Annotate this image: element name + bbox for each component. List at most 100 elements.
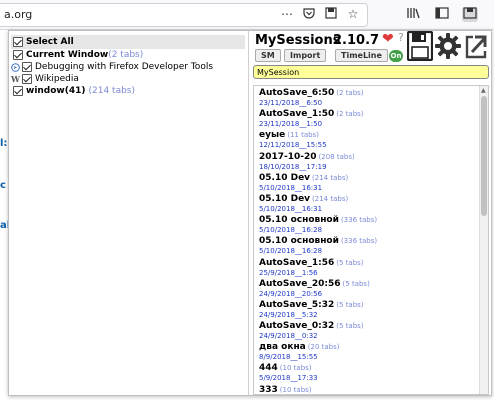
session-tab-count: (214 tabs) (312, 194, 349, 203)
scroll-thumb[interactable] (481, 96, 487, 216)
select-all-label: Select All (26, 37, 74, 47)
session-item[interactable]: 444 (10 tabs) 5/9/2018__17:33 (254, 361, 480, 382)
session-item[interactable]: AutoSave_0:32 (5 tabs) 24/9/2018__0:32 (254, 319, 480, 340)
session-name[interactable]: два окна (259, 342, 306, 352)
tab-checkbox[interactable] (22, 74, 32, 84)
session-date: 8/9/2018__15:55 (259, 353, 318, 362)
tree-row-label: Current Window (26, 50, 109, 60)
session-item[interactable]: AutoSave_20:56 (5 tabs) 24/9/2018__20:56 (254, 277, 480, 298)
session-name[interactable]: AutoSave_1:56 (259, 258, 334, 268)
session-name-row: два окна (20 tabs) (259, 342, 480, 352)
session-tab-count: (10 tabs) (279, 364, 312, 373)
url-text[interactable]: a.org (4, 8, 32, 21)
import-button[interactable]: Import (284, 49, 327, 62)
url-actions: ⋯ ☆ (279, 7, 361, 22)
session-tab-count: (5 tabs) (336, 258, 364, 267)
session-name-row: 444 (10 tabs) (259, 363, 480, 373)
more-icon[interactable]: ⋯ (279, 7, 295, 22)
session-item[interactable]: 2017-10-20 (208 tabs) 18/10/2018__17:19 (254, 150, 480, 171)
session-date: 5/10/2018__16:31 (259, 204, 323, 213)
mysessions-popup: Select All Current Window (2 tabs) Debug… (8, 30, 492, 396)
heart-icon[interactable]: ❤ (382, 31, 394, 47)
save-icon[interactable] (323, 7, 339, 22)
save-session-icon[interactable] (406, 30, 434, 65)
session-tab-count: (208 tabs) (318, 152, 355, 161)
session-item[interactable]: 05.10 Dev (214 tabs) 5/10/2018__16:31 (254, 171, 480, 192)
session-name[interactable]: 05.10 Dev (259, 194, 310, 204)
sessions-scrollbar[interactable]: ▲ (479, 86, 488, 394)
pocket-icon[interactable] (301, 7, 317, 22)
timeline-button[interactable]: TimeLine (335, 49, 388, 62)
session-tab-count: (2 tabs) (336, 110, 364, 119)
window-checkbox[interactable] (13, 86, 23, 96)
session-name[interactable]: 444 (259, 363, 278, 373)
sessions-list-items: AutoSave_6:50 (2 tabs) 23/11/2018__6:50 Aut… (254, 86, 480, 394)
settings-gear-icon[interactable] (435, 33, 461, 63)
tree-row-window-41[interactable]: window(41) (214 tabs) (13, 86, 135, 96)
session-date: 25/9/2018__1:56 (259, 268, 318, 277)
session-date: 24/9/2018__0:32 (259, 332, 318, 341)
browser-toolbar: a.org ⋯ ☆ (0, 0, 494, 30)
session-name[interactable]: 333 (259, 385, 278, 394)
session-date: 23/11/2018__6:50 (259, 99, 323, 107)
session-date: 5/9/2018__17:33 (259, 374, 318, 383)
session-tab-count: (5 tabs) (342, 279, 370, 288)
star-icon[interactable]: ☆ (345, 7, 361, 22)
session-name-row: AutoSave_20:56 (5 tabs) (259, 279, 480, 289)
select-all-checkbox[interactable] (13, 37, 23, 47)
session-tab-count: (2 tabs) (336, 89, 364, 97)
session-item[interactable]: AutoSave_1:50 (2 tabs) 23/11/2018__1:50 (254, 107, 480, 128)
session-item[interactable]: 05.10 основной (336 tabs) 5/10/2018__16:28 (254, 234, 480, 255)
tree-row-tab-count: (214 tabs) (88, 86, 136, 96)
tree-row-label: Debugging with Firefox Developer Tools (35, 62, 214, 72)
session-name-row: AutoSave_0:32 (5 tabs) (259, 321, 480, 331)
session-name[interactable]: AutoSave_1:50 (259, 109, 334, 119)
session-item[interactable]: AutoSave_5:32 (5 tabs) 24/9/2018__5:32 (254, 298, 480, 319)
session-name-row: еуые (11 tabs) (259, 130, 480, 140)
session-item[interactable]: два окна (20 tabs) 8/9/2018__15:55 (254, 340, 480, 361)
open-external-icon[interactable] (465, 33, 487, 63)
tree-row-current-window[interactable]: Current Window (2 tabs) (13, 50, 143, 60)
session-name[interactable]: AutoSave_6:50 (259, 88, 334, 98)
scroll-up-icon[interactable]: ▲ (481, 87, 486, 94)
session-name-row: AutoSave_1:50 (2 tabs) (259, 109, 480, 119)
library-icon[interactable] (406, 7, 422, 22)
sidebar-icon[interactable] (434, 7, 450, 22)
sm-button[interactable]: SM (255, 49, 281, 62)
help-icon[interactable]: ? (398, 31, 404, 44)
session-item[interactable]: 333 (10 tabs) (254, 383, 480, 394)
tabs-tree-panel: Select All Current Window (2 tabs) Debug… (9, 31, 249, 395)
autosave-toggle[interactable]: On (389, 50, 403, 62)
session-name-row: AutoSave_5:32 (5 tabs) (259, 300, 480, 310)
toolbar-right (406, 7, 478, 22)
session-name[interactable]: 05.10 основной (259, 236, 339, 246)
session-item[interactable]: 05.10 Dev (214 tabs) 5/10/2018__16:31 (254, 192, 480, 213)
wikipedia-icon: W (11, 73, 20, 84)
session-name-row: 05.10 Dev (214 tabs) (259, 194, 480, 204)
session-name[interactable]: 2017-10-20 (259, 152, 317, 162)
mysessions-icon[interactable] (462, 7, 478, 22)
session-item[interactable]: AutoSave_1:56 (5 tabs) 25/9/2018__1:56 (254, 256, 480, 277)
session-name[interactable]: 05.10 основной (259, 215, 339, 225)
tree-row-tab[interactable]: W Wikipedia (11, 74, 79, 84)
session-name[interactable]: 05.10 Dev (259, 173, 310, 183)
tab-checkbox[interactable] (22, 62, 32, 72)
session-date: 24/9/2018__5:32 (259, 310, 318, 319)
session-name-input[interactable]: MySession (253, 65, 489, 79)
session-tab-count: (336 tabs) (340, 237, 378, 246)
session-tab-count: (214 tabs) (312, 173, 349, 182)
url-bar[interactable]: a.org ⋯ ☆ (0, 3, 368, 27)
tree-row-tab[interactable]: Debugging with Firefox Developer Tools (11, 62, 213, 72)
session-item[interactable]: еуые (11 tabs) 12/11/2018__15:55 (254, 128, 480, 149)
session-date: 18/10/2018__17:19 (259, 162, 327, 171)
session-name[interactable]: AutoSave_0:32 (259, 321, 334, 331)
session-name-row: 05.10 основной (336 tabs) (259, 215, 480, 225)
session-name[interactable]: AutoSave_5:32 (259, 300, 334, 310)
session-name[interactable]: еуые (259, 130, 285, 140)
session-name-row: AutoSave_1:56 (5 tabs) (259, 258, 480, 268)
session-item[interactable]: AutoSave_6:50 (2 tabs) 23/11/2018__6:50 (254, 86, 480, 107)
session-item[interactable]: 05.10 основной (336 tabs) 5/10/2018__16:28 (254, 213, 480, 234)
select-all-row[interactable]: Select All (11, 35, 245, 49)
session-name[interactable]: AutoSave_20:56 (259, 279, 341, 289)
window-checkbox[interactable] (13, 50, 23, 60)
